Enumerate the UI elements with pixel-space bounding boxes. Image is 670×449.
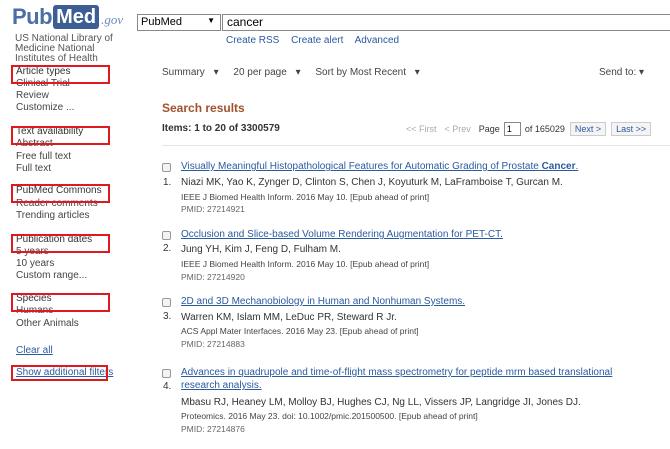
result-number: 4. bbox=[163, 381, 172, 392]
result-title-highlight: Cancer bbox=[541, 161, 576, 172]
result-checkbox[interactable] bbox=[162, 369, 171, 378]
caret-icon: ▾ bbox=[213, 67, 219, 78]
result-journal: IEEE J Biomed Health Inform. 2016 May 10… bbox=[181, 192, 430, 202]
filter-item-full-text[interactable]: Full text bbox=[16, 163, 51, 174]
result-checkbox[interactable] bbox=[162, 163, 171, 172]
search-input[interactable]: cancer bbox=[222, 14, 670, 31]
per-page-label: 20 per page bbox=[233, 67, 287, 78]
send-to-label: Send to: bbox=[599, 67, 637, 78]
result-title-link[interactable]: Visually Meaningful Histopathological Fe… bbox=[181, 161, 578, 172]
first-page-link[interactable]: << First bbox=[406, 124, 437, 134]
filter-item-review[interactable]: Review bbox=[16, 90, 49, 101]
page-total: of 165029 bbox=[524, 124, 565, 134]
filter-item-trending-articles[interactable]: Trending articles bbox=[16, 210, 90, 221]
sort-label: Sort by Most Recent bbox=[315, 67, 406, 78]
sort-dropdown[interactable]: Sort by Most Recent ▾ bbox=[315, 67, 425, 78]
result-number: 2. bbox=[163, 243, 172, 254]
last-page-button[interactable]: Last >> bbox=[611, 122, 652, 136]
create-rss-link[interactable]: Create RSS bbox=[226, 35, 279, 46]
result-journal: ACS Appl Mater Interfaces. 2016 May 23. … bbox=[181, 326, 419, 336]
filter-item-free-full-text[interactable]: Free full text bbox=[16, 151, 71, 162]
annotation-box bbox=[11, 293, 110, 312]
summary-label: Summary bbox=[162, 67, 205, 78]
result-journal: IEEE J Biomed Health Inform. 2016 May 10… bbox=[181, 259, 430, 269]
advanced-link[interactable]: Advanced bbox=[355, 35, 399, 46]
annotation-box bbox=[11, 365, 108, 381]
result-checkbox[interactable] bbox=[162, 231, 171, 240]
logo-pub-text: Pub bbox=[12, 4, 53, 29]
result-pmid: PMID: 27214876 bbox=[181, 424, 245, 434]
result-title-link[interactable]: 2D and 3D Mechanobiology in Human and No… bbox=[181, 296, 465, 307]
annotation-box bbox=[11, 234, 110, 253]
result-title-text: Visually Meaningful Histopathological Fe… bbox=[181, 161, 539, 172]
result-title-line: research analysis. bbox=[181, 380, 262, 391]
page-number-input[interactable]: 1 bbox=[503, 122, 521, 136]
result-checkbox[interactable] bbox=[162, 298, 171, 307]
annotation-box bbox=[11, 184, 110, 203]
dropdown-arrow-icon: ▼ bbox=[207, 16, 215, 25]
result-pmid: PMID: 27214921 bbox=[181, 204, 245, 214]
filter-item-custom-range[interactable]: Custom range... bbox=[16, 270, 87, 281]
search-results-heading: Search results bbox=[162, 101, 245, 115]
pagination: << First < Prev Page 1 of 165029 Next > … bbox=[406, 122, 652, 136]
result-pmid: PMID: 27214920 bbox=[181, 272, 245, 282]
result-title-link[interactable]: Occlusion and Slice-based Volume Renderi… bbox=[181, 229, 503, 240]
next-page-button[interactable]: Next > bbox=[569, 122, 607, 136]
result-authors: Mbasu RJ, Heaney LM, Molloy BJ, Hughes C… bbox=[181, 397, 581, 408]
result-title-link[interactable]: Advances in quadrupole and time-of-fligh… bbox=[181, 367, 612, 391]
create-alert-link[interactable]: Create alert bbox=[291, 35, 343, 46]
caret-icon: ▾ bbox=[639, 67, 645, 78]
annotation-box bbox=[11, 126, 110, 145]
filter-item-customize[interactable]: Customize ... bbox=[16, 102, 74, 113]
logo-gov-text: .gov bbox=[101, 12, 124, 27]
result-authors: Warren KM, Islam MM, LeDuc PR, Steward R… bbox=[181, 312, 397, 323]
result-title-end: . bbox=[575, 161, 579, 172]
annotation-box bbox=[11, 65, 110, 84]
pubmed-logo[interactable]: Pub Med .gov bbox=[12, 4, 123, 30]
items-count: Items: 1 to 20 of 3300579 bbox=[162, 123, 280, 134]
result-number: 3. bbox=[163, 311, 172, 322]
result-number: 1. bbox=[163, 177, 172, 188]
logo-med-box: Med bbox=[53, 5, 100, 29]
per-page-dropdown[interactable]: 20 per page ▾ bbox=[233, 67, 306, 78]
database-select-value: PubMed bbox=[141, 16, 182, 28]
result-pmid: PMID: 27214883 bbox=[181, 339, 245, 349]
results-toolbar: Summary ▾ 20 per page ▾ Sort by Most Rec… bbox=[162, 67, 432, 78]
org-name: US National Library of Medicine National… bbox=[15, 34, 135, 64]
summary-dropdown[interactable]: Summary ▾ bbox=[162, 67, 225, 78]
prev-page-link[interactable]: < Prev bbox=[445, 124, 471, 134]
page-label: Page bbox=[478, 124, 500, 134]
send-to-dropdown[interactable]: Send to: ▾ bbox=[599, 67, 644, 78]
divider bbox=[162, 145, 670, 146]
filter-item-other-animals[interactable]: Other Animals bbox=[16, 318, 79, 329]
result-title-line: Advances in quadrupole and time-of-fligh… bbox=[181, 367, 613, 378]
result-authors: Jung YH, Kim J, Feng D, Fulham M. bbox=[181, 244, 341, 255]
clear-all-link[interactable]: Clear all bbox=[16, 345, 53, 356]
filter-item-10-years[interactable]: 10 years bbox=[16, 258, 54, 269]
search-sub-links: Create RSS Create alert Advanced bbox=[226, 35, 408, 46]
caret-icon: ▾ bbox=[295, 67, 301, 78]
result-journal: Proteomics. 2016 May 23. doi: 10.1002/pm… bbox=[181, 411, 478, 421]
result-authors: Niazi MK, Yao K, Zynger D, Clinton S, Ch… bbox=[181, 177, 563, 188]
caret-icon: ▾ bbox=[414, 67, 420, 78]
database-select[interactable]: PubMed ▼ bbox=[137, 14, 221, 31]
org-line: Institutes of Health bbox=[15, 53, 98, 64]
